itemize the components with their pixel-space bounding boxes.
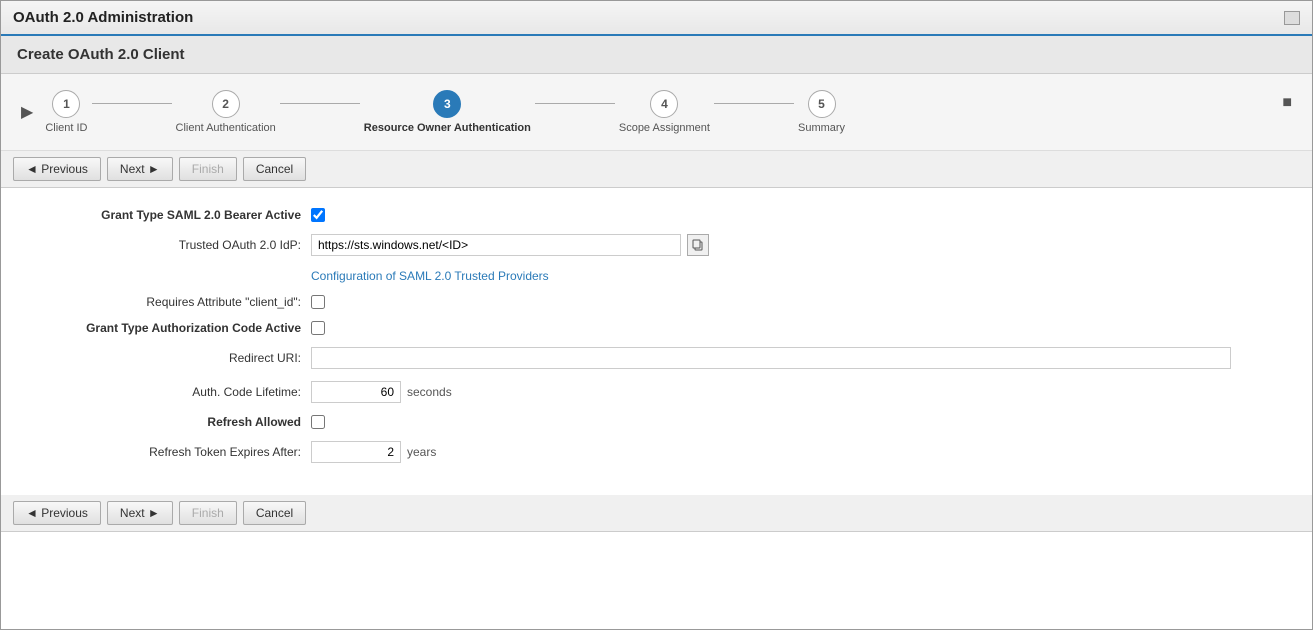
refresh-allowed-checkbox[interactable] xyxy=(311,415,325,429)
trusted-idp-row: Trusted OAuth 2.0 IdP: xyxy=(31,234,1282,256)
window-title: OAuth 2.0 Administration xyxy=(13,9,193,26)
previous-button-bottom[interactable]: ◄ Previous xyxy=(13,501,101,525)
refresh-allowed-row: Refresh Allowed xyxy=(31,415,1282,429)
grant-type-saml-label: Grant Type SAML 2.0 Bearer Active xyxy=(31,208,311,222)
step-label-3: Resource Owner Authentication xyxy=(364,122,531,134)
refresh-token-expires-input-group: years xyxy=(311,441,436,463)
cancel-button-top[interactable]: Cancel xyxy=(243,157,306,181)
step-connector-2 xyxy=(280,103,360,104)
step-connector-1 xyxy=(92,103,172,104)
requires-attr-label: Requires Attribute "client_id": xyxy=(31,295,311,309)
trusted-idp-input[interactable] xyxy=(311,234,681,256)
wizard-start-icon: ▶ xyxy=(21,102,33,122)
top-toolbar: ◄ Previous Next ► Finish Cancel xyxy=(1,151,1312,188)
step-circle-4: 4 xyxy=(650,90,678,118)
window-frame: OAuth 2.0 Administration Create OAuth 2.… xyxy=(0,0,1313,630)
requires-attr-row: Requires Attribute "client_id": xyxy=(31,295,1282,309)
refresh-token-expires-input[interactable] xyxy=(311,441,401,463)
requires-attr-checkbox[interactable] xyxy=(311,295,325,309)
grant-type-saml-row: Grant Type SAML 2.0 Bearer Active xyxy=(31,208,1282,222)
cancel-button-bottom[interactable]: Cancel xyxy=(243,501,306,525)
step-label-5: Summary xyxy=(798,122,845,134)
config-saml-link[interactable]: Configuration of SAML 2.0 Trusted Provid… xyxy=(311,269,549,283)
step-circle-3: 3 xyxy=(433,90,461,118)
step-label-2: Client Authentication xyxy=(176,122,276,134)
redirect-uri-row: Redirect URI: xyxy=(31,347,1282,369)
redirect-uri-input[interactable] xyxy=(311,347,1231,369)
grant-type-auth-row: Grant Type Authorization Code Active xyxy=(31,321,1282,335)
config-link-row: Configuration of SAML 2.0 Trusted Provid… xyxy=(311,268,1282,283)
grant-type-auth-label: Grant Type Authorization Code Active xyxy=(31,321,311,335)
window-control-icon[interactable] xyxy=(1284,11,1300,25)
next-button-top[interactable]: Next ► xyxy=(107,157,173,181)
wizard-step-5[interactable]: 5 Summary xyxy=(798,90,845,134)
page-content: Create OAuth 2.0 Client ▶ 1 Client ID 2 xyxy=(1,36,1312,532)
bottom-toolbar: ◄ Previous Next ► Finish Cancel xyxy=(1,495,1312,532)
grant-type-auth-checkbox[interactable] xyxy=(311,321,325,335)
auth-code-lifetime-row: Auth. Code Lifetime: seconds xyxy=(31,381,1282,403)
finish-button-bottom[interactable]: Finish xyxy=(179,501,237,525)
wizard-step-4[interactable]: 4 Scope Assignment xyxy=(619,90,710,134)
wizard-steps: ▶ 1 Client ID 2 Client Authentication xyxy=(1,74,1312,151)
step-circle-2: 2 xyxy=(212,90,240,118)
refresh-allowed-label: Refresh Allowed xyxy=(31,415,311,429)
form-area: Grant Type SAML 2.0 Bearer Active Truste… xyxy=(1,188,1312,495)
auth-code-lifetime-input-group: seconds xyxy=(311,381,452,403)
previous-button-top[interactable]: ◄ Previous xyxy=(13,157,101,181)
auth-code-lifetime-suffix: seconds xyxy=(407,385,452,399)
wizard-step-1[interactable]: 1 Client ID xyxy=(45,90,87,134)
copy-button[interactable] xyxy=(687,234,709,256)
trusted-idp-input-group xyxy=(311,234,709,256)
section-header: Create OAuth 2.0 Client xyxy=(1,36,1312,74)
step-circle-5: 5 xyxy=(808,90,836,118)
grant-type-saml-checkbox[interactable] xyxy=(311,208,325,222)
wizard-step-2[interactable]: 2 Client Authentication xyxy=(176,90,276,134)
trusted-idp-label: Trusted OAuth 2.0 IdP: xyxy=(31,238,311,252)
section-title: Create OAuth 2.0 Client xyxy=(17,46,185,63)
steps-container: 1 Client ID 2 Client Authentication 3 xyxy=(45,90,1270,134)
redirect-uri-label: Redirect URI: xyxy=(31,351,311,365)
step-circle-1: 1 xyxy=(52,90,80,118)
refresh-token-expires-row: Refresh Token Expires After: years xyxy=(31,441,1282,463)
step-label-1: Client ID xyxy=(45,122,87,134)
auth-code-lifetime-label: Auth. Code Lifetime: xyxy=(31,385,311,399)
wizard-step-3[interactable]: 3 Resource Owner Authentication xyxy=(364,90,531,134)
auth-code-lifetime-input[interactable] xyxy=(311,381,401,403)
refresh-token-expires-label: Refresh Token Expires After: xyxy=(31,445,311,459)
step-connector-3 xyxy=(535,103,615,104)
refresh-token-expires-suffix: years xyxy=(407,445,436,459)
step-connector-4 xyxy=(714,103,794,104)
title-bar: OAuth 2.0 Administration xyxy=(1,1,1312,36)
step-label-4: Scope Assignment xyxy=(619,122,710,134)
next-button-bottom[interactable]: Next ► xyxy=(107,501,173,525)
wizard-end-icon: ■ xyxy=(1282,94,1292,112)
finish-button-top[interactable]: Finish xyxy=(179,157,237,181)
